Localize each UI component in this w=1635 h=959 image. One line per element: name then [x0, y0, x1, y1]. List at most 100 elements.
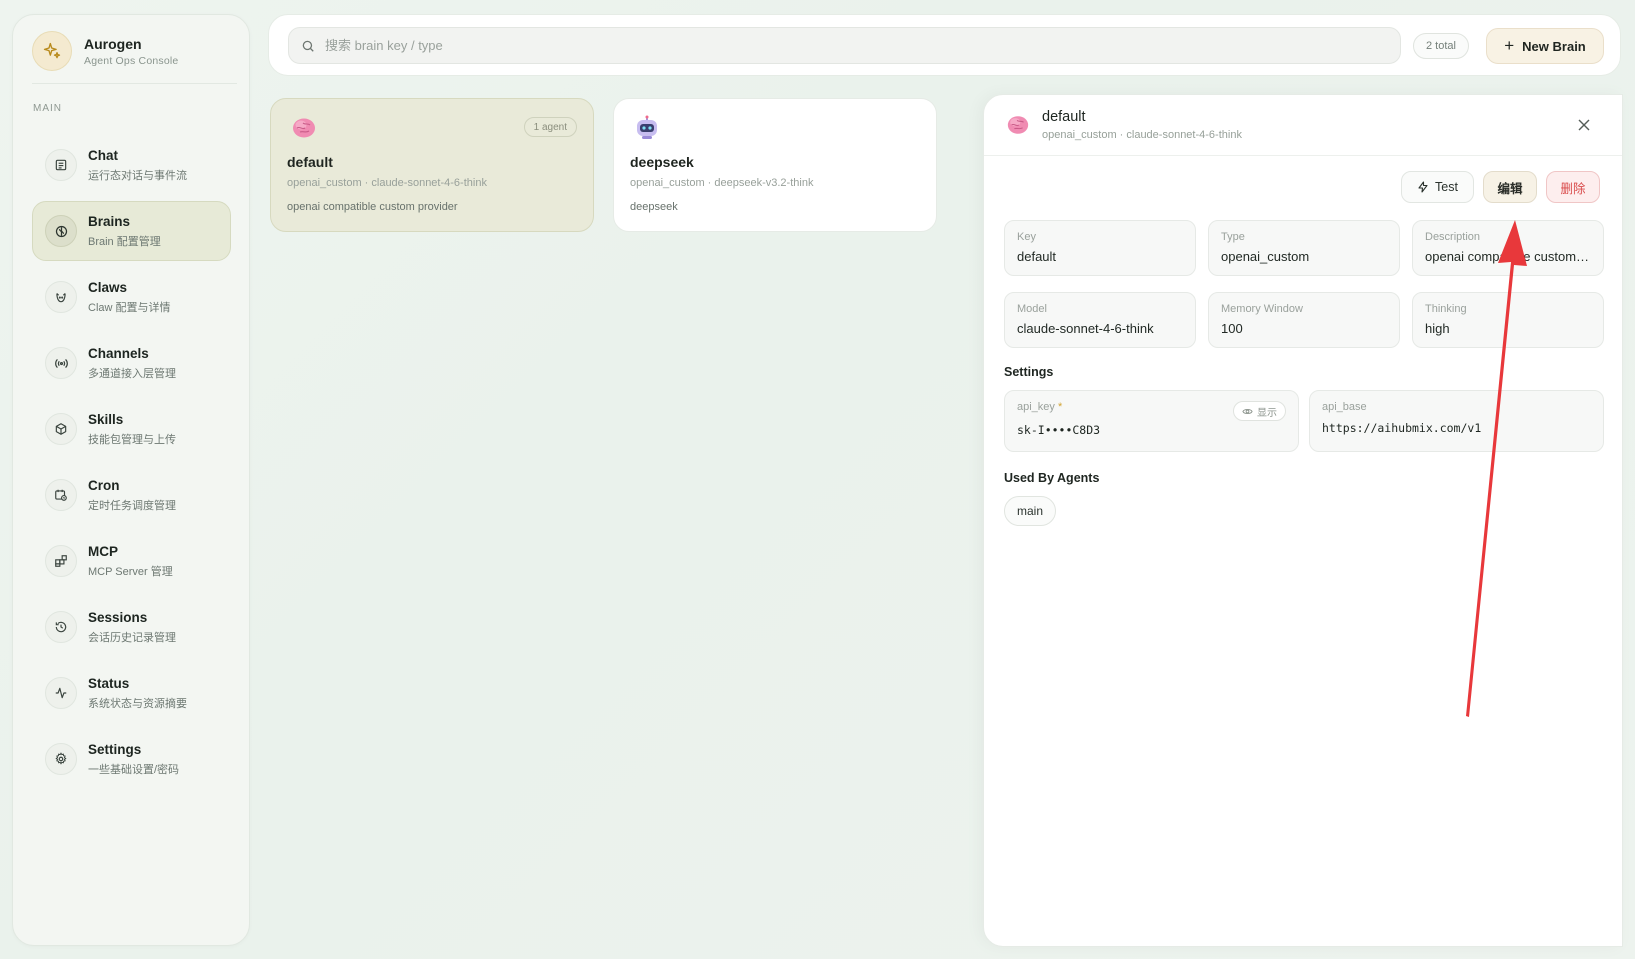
sidebar-item-sublabel: 运行态对话与事件流 — [88, 169, 187, 182]
used-by-title: Used By Agents — [1004, 471, 1100, 485]
reveal-label: 显示 — [1257, 407, 1277, 419]
sidebar-item-label: Channels — [88, 345, 149, 361]
blocks-icon — [45, 545, 77, 577]
sidebar-item-skills[interactable]: Skills 技能包管理与上传 — [32, 399, 231, 459]
sidebar-item-sublabel: 系统状态与资源摘要 — [88, 697, 187, 710]
field-value: claude-sonnet-4-6-think — [1017, 321, 1154, 336]
history-icon — [45, 611, 77, 643]
topbar: 2 total + New Brain — [268, 14, 1621, 76]
field-value: openai_custom — [1221, 249, 1310, 264]
field-description: Description openai compatible custom pro… — [1412, 220, 1604, 276]
test-button[interactable]: Test — [1401, 171, 1474, 203]
brain-card-title: default — [287, 154, 333, 170]
sidebar-item-status[interactable]: Status 系统状态与资源摘要 — [32, 663, 231, 723]
nav-menu: Chat 运行态对话与事件流 Brains Brain 配置管理 Claws C… — [32, 135, 231, 795]
sidebar-item-sublabel: 多通道接入层管理 — [88, 367, 176, 380]
nav-section-label: MAIN — [33, 103, 62, 114]
setting-value: sk-I••••C8D3 — [1017, 423, 1101, 437]
brain-card-meta: openai_custom · deepseek-v3.2-think — [630, 177, 814, 189]
setting-api-base: api_base https://aihubmix.com/v1 — [1309, 390, 1604, 452]
broadcast-icon — [45, 347, 77, 379]
field-value: high — [1425, 321, 1450, 336]
gear-icon — [45, 743, 77, 775]
sidebar-item-label: Skills — [88, 411, 124, 427]
sidebar-item-label: Claws — [88, 279, 128, 295]
robot-emoji-icon — [637, 115, 657, 139]
field-thinking: Thinking high — [1412, 292, 1604, 348]
sidebar-item-brains[interactable]: Brains Brain 配置管理 — [32, 201, 231, 261]
sidebar-item-sublabel: MCP Server 管理 — [88, 565, 173, 578]
setting-value: https://aihubmix.com/v1 — [1322, 421, 1482, 435]
field-value: default — [1017, 249, 1057, 264]
agent-tag[interactable]: main — [1004, 496, 1057, 526]
brain-emoji-icon — [293, 118, 315, 138]
brain-card-description: deepseek — [630, 201, 678, 213]
close-icon[interactable] — [1574, 115, 1594, 135]
setting-label: api_base — [1322, 401, 1367, 413]
search-icon — [301, 39, 315, 53]
detail-header: default openai_custom · claude-sonnet-4-… — [1006, 109, 1242, 141]
field-type: Type openai_custom — [1208, 220, 1400, 276]
sparkle-icon — [32, 31, 72, 71]
field-label: Model — [1017, 303, 1047, 315]
brand-title: Aurogen — [84, 35, 142, 52]
field-memory-window: Memory Window 100 — [1208, 292, 1400, 348]
brain-card-deepseek[interactable]: deepseek openai_custom · deepseek-v3.2-t… — [613, 98, 937, 232]
sidebar-item-channels[interactable]: Channels 多通道接入层管理 — [32, 333, 231, 393]
field-label: Type — [1221, 231, 1245, 243]
sidebar-item-chat[interactable]: Chat 运行态对话与事件流 — [32, 135, 231, 195]
calendar-clock-icon — [45, 479, 77, 511]
brain-card-meta: openai_custom · claude-sonnet-4-6-think — [287, 177, 487, 189]
sidebar-item-sublabel: 一些基础设置/密码 — [88, 763, 180, 776]
sidebar-item-sublabel: 技能包管理与上传 — [88, 433, 176, 446]
sidebar-item-sublabel: Brain 配置管理 — [88, 235, 161, 248]
detail-title: default — [1042, 109, 1086, 125]
sidebar-item-sublabel: Claw 配置与详情 — [88, 301, 171, 314]
lightning-icon — [1418, 181, 1428, 193]
field-label: Memory Window — [1221, 303, 1303, 315]
detail-meta: openai_custom · claude-sonnet-4-6-think — [1042, 129, 1242, 141]
sidebar-item-cron[interactable]: Cron 定时任务调度管理 — [32, 465, 231, 525]
required-marker: * — [1057, 401, 1063, 413]
claw-icon — [45, 281, 77, 313]
sidebar-item-sublabel: 定时任务调度管理 — [88, 499, 176, 512]
setting-label-text: api_key — [1017, 401, 1055, 413]
delete-button[interactable]: 删除 — [1546, 171, 1600, 203]
brand[interactable]: Aurogen Agent Ops Console — [32, 31, 178, 71]
brain-detail-panel: default openai_custom · claude-sonnet-4-… — [983, 94, 1623, 947]
sidebar-item-label: Sessions — [88, 609, 148, 625]
edit-button[interactable]: 编辑 — [1483, 171, 1537, 203]
new-brain-label: New Brain — [1522, 38, 1586, 54]
field-value: 100 — [1221, 321, 1243, 336]
sidebar-item-mcp[interactable]: MCP MCP Server 管理 — [32, 531, 231, 591]
field-label: Description — [1425, 231, 1481, 243]
reveal-button[interactable]: 显示 — [1233, 401, 1286, 421]
sidebar-item-claws[interactable]: Claws Claw 配置与详情 — [32, 267, 231, 327]
field-model: Model claude-sonnet-4-6-think — [1004, 292, 1196, 348]
activity-icon — [45, 677, 77, 709]
eye-icon — [1242, 408, 1253, 414]
brain-emoji-icon — [1007, 116, 1029, 134]
new-brain-button[interactable]: + New Brain — [1486, 28, 1604, 64]
search-box[interactable] — [288, 27, 1401, 64]
brain-icon — [45, 215, 77, 247]
field-key: Key default — [1004, 220, 1196, 276]
sidebar-item-sublabel: 会话历史记录管理 — [88, 631, 176, 644]
field-label: Key — [1017, 231, 1036, 243]
plus-icon: + — [1504, 36, 1515, 55]
field-value: openai compatible custom provider — [1425, 249, 1591, 264]
divider — [32, 83, 237, 84]
sidebar-item-label: Chat — [88, 147, 118, 163]
brain-card-default[interactable]: 1 agent default openai_custom · claude-s… — [270, 98, 594, 232]
agent-count-badge: 1 agent — [523, 117, 577, 137]
settings-title: Settings — [1004, 365, 1054, 379]
search-input[interactable] — [325, 38, 1365, 53]
sidebar-item-sessions[interactable]: Sessions 会话历史记录管理 — [32, 597, 231, 657]
brain-card-title: deepseek — [630, 154, 694, 170]
sidebar-item-settings[interactable]: Settings 一些基础设置/密码 — [32, 729, 231, 789]
total-count-badge: 2 total — [1413, 33, 1469, 59]
brand-subtitle: Agent Ops Console — [84, 54, 179, 67]
divider — [984, 155, 1622, 156]
brain-card-description: openai compatible custom provider — [287, 201, 458, 213]
sidebar: Aurogen Agent Ops Console MAIN Chat 运行态对… — [12, 14, 250, 946]
